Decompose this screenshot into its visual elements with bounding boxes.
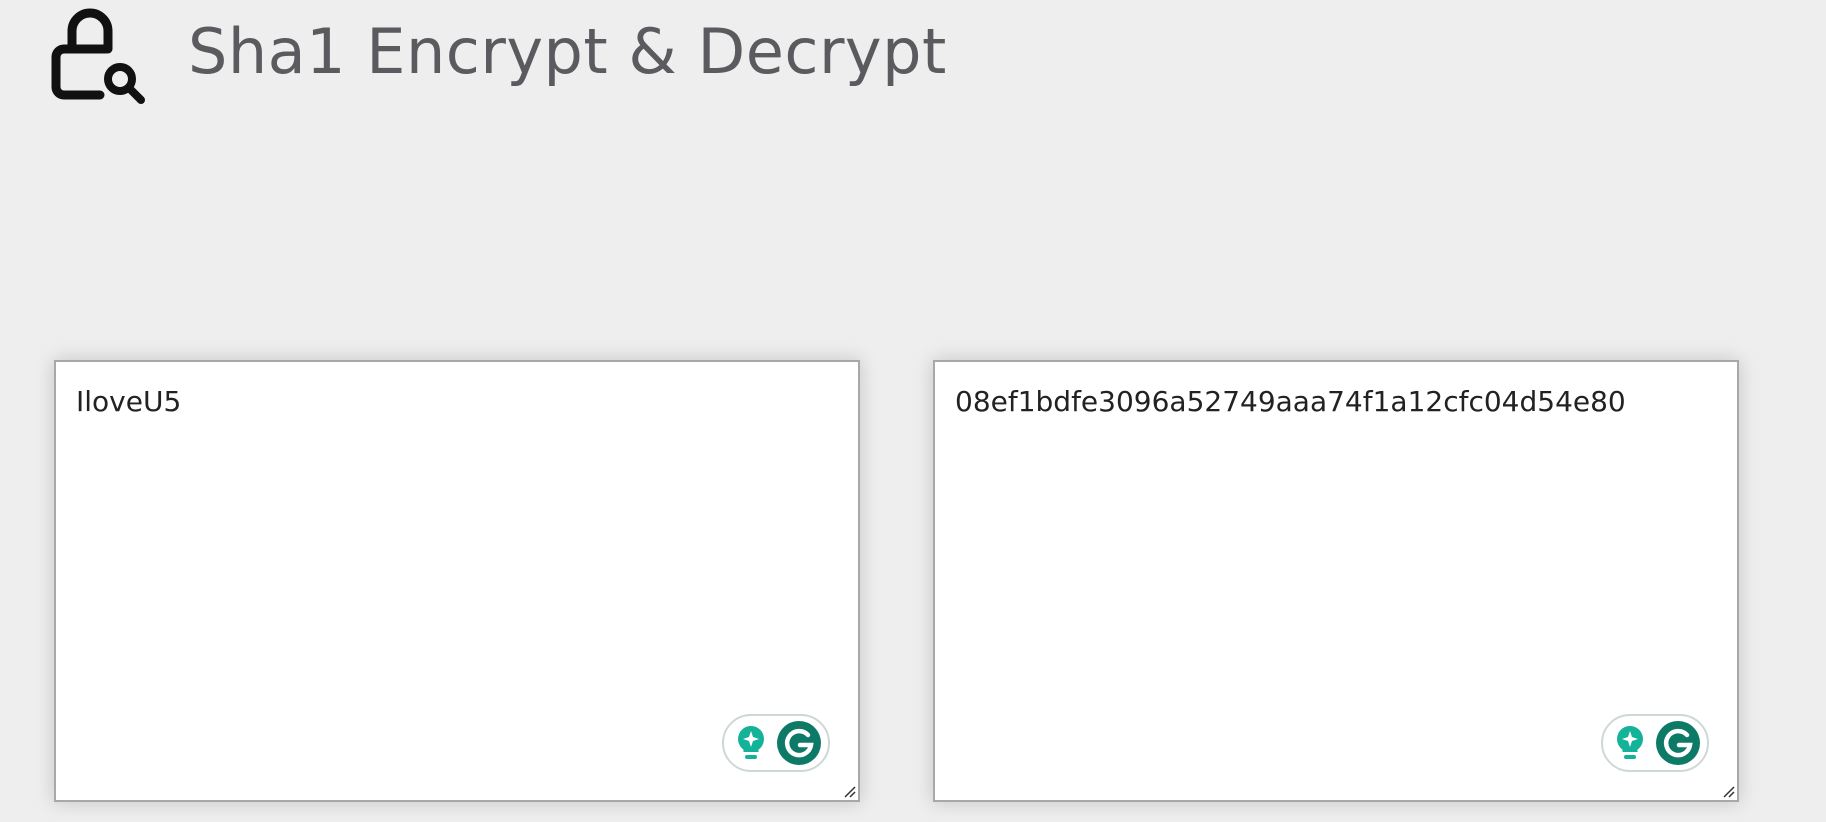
- grammarly-g-icon[interactable]: [1655, 720, 1701, 766]
- page-title: Sha1 Encrypt & Decrypt: [188, 15, 947, 88]
- grammarly-widget[interactable]: [1601, 714, 1709, 772]
- resize-handle-icon[interactable]: [1719, 782, 1735, 798]
- grammarly-widget[interactable]: [722, 714, 830, 772]
- input-panel: IloveU5: [54, 360, 860, 802]
- lightbulb-sparkle-icon[interactable]: [1615, 724, 1645, 762]
- lock-search-icon: [51, 8, 145, 104]
- resize-handle-icon[interactable]: [840, 782, 856, 798]
- grammarly-g-icon[interactable]: [776, 720, 822, 766]
- page: Sha1 Encrypt & Decrypt IloveU5 08ef1bdfe…: [0, 0, 1826, 822]
- header: Sha1 Encrypt & Decrypt: [50, 0, 947, 110]
- lightbulb-sparkle-icon[interactable]: [736, 724, 766, 762]
- output-panel: 08ef1bdfe3096a52749aaa74f1a12cfc04d54e80: [933, 360, 1739, 802]
